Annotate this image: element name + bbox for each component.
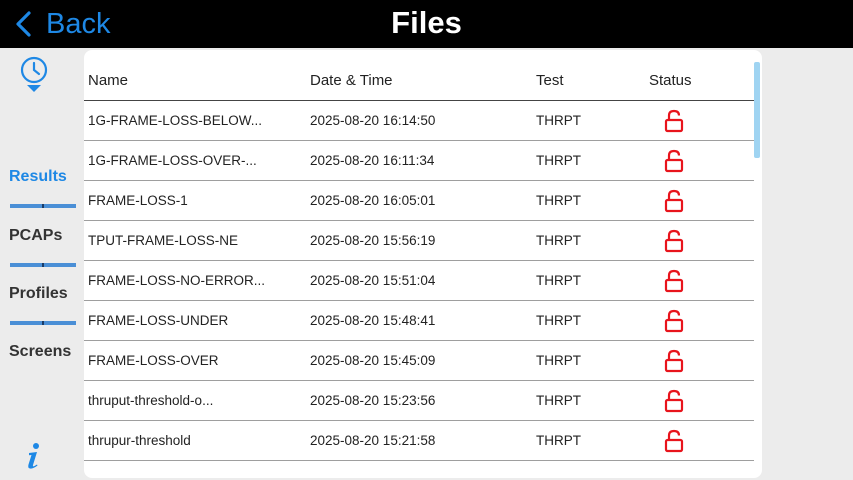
file-datetime: 2025-08-20 16:11:34	[310, 153, 435, 168]
top-bar: Back Files	[0, 0, 853, 48]
file-test: THRPT	[536, 393, 581, 408]
table-row[interactable]: 1G-FRAME-LOSS-BELOW... 2025-08-20 16:14:5…	[84, 101, 754, 141]
file-test: THRPT	[536, 433, 581, 448]
unlock-icon[interactable]	[664, 429, 684, 453]
file-test: THRPT	[536, 313, 581, 328]
file-datetime: 2025-08-20 16:05:01	[310, 193, 436, 208]
file-name: TPUT-FRAME-LOSS-NE	[88, 233, 239, 248]
file-name: thruput-threshold-o...	[88, 393, 214, 408]
unlock-icon[interactable]	[664, 109, 684, 133]
file-datetime: 2025-08-20 15:56:19	[310, 233, 436, 248]
file-name: thrupur-threshold	[88, 433, 191, 448]
sidebar-item-pcaps[interactable]: PCAPs	[9, 227, 62, 245]
sidebar-item-results[interactable]: Results	[9, 168, 67, 186]
table-row[interactable]: FRAME-LOSS-UNDER 2025-08-20 15:48:41 THRPT	[84, 301, 754, 341]
sidebar-item-screens[interactable]: Screens	[9, 343, 71, 361]
file-datetime: 2025-08-20 16:14:50	[310, 113, 436, 128]
file-name: FRAME-LOSS-NO-ERROR...	[88, 273, 266, 288]
table-row[interactable]: thruput-threshold-o... 2025-08-20 15:23:5…	[84, 381, 754, 421]
files-table: Name Date & Time Test Status 1G-FRAME-LO…	[84, 50, 762, 478]
column-header-name[interactable]: Name	[88, 72, 128, 89]
info-icon	[24, 443, 44, 474]
unlock-icon[interactable]	[664, 309, 684, 333]
column-header-datetime[interactable]: Date & Time	[310, 72, 393, 89]
history-button[interactable]	[18, 56, 50, 94]
file-name: 1G-FRAME-LOSS-BELOW...	[88, 113, 263, 128]
file-test: THRPT	[536, 193, 581, 208]
file-name: FRAME-LOSS-1	[88, 193, 188, 208]
file-name: 1G-FRAME-LOSS-OVER-...	[88, 153, 257, 168]
sidebar-divider	[10, 321, 76, 325]
sidebar-item-profiles[interactable]: Profiles	[9, 285, 68, 303]
table-row[interactable]: 1G-FRAME-LOSS-OVER-... 2025-08-20 16:11:3…	[84, 141, 754, 181]
file-test: THRPT	[536, 113, 581, 128]
unlock-icon[interactable]	[664, 349, 684, 373]
scrollbar[interactable]	[754, 62, 760, 158]
clock-history-icon	[18, 56, 50, 98]
table-row[interactable]: TPUT-FRAME-LOSS-NE 2025-08-20 15:56:19 THR…	[84, 221, 754, 261]
info-button[interactable]	[24, 442, 44, 470]
sidebar: Results PCAPs Profiles Screens	[0, 48, 84, 480]
sidebar-divider	[10, 204, 76, 208]
file-test: THRPT	[536, 233, 581, 248]
file-test: THRPT	[536, 353, 581, 368]
table-row[interactable]: thrupur-threshold 2025-08-20 15:21:58 THRP…	[84, 421, 754, 461]
file-datetime: 2025-08-20 15:51:04	[310, 273, 436, 288]
file-test: THRPT	[536, 153, 581, 168]
unlock-icon[interactable]	[664, 269, 684, 293]
unlock-icon[interactable]	[664, 229, 684, 253]
sidebar-divider	[10, 263, 76, 267]
file-datetime: 2025-08-20 15:23:56	[310, 393, 436, 408]
column-header-test[interactable]: Test	[536, 72, 564, 89]
file-datetime: 2025-08-20 15:48:41	[310, 313, 436, 328]
file-datetime: 2025-08-20 15:21:58	[310, 433, 436, 448]
file-name: FRAME-LOSS-OVER	[88, 353, 219, 368]
page-title: Files	[391, 5, 462, 40]
table-row[interactable]: FRAME-LOSS-1 2025-08-20 16:05:01 THRPT	[84, 181, 754, 221]
table-row[interactable]: FRAME-LOSS-NO-ERROR... 2025-08-20 15:51:0…	[84, 261, 754, 301]
file-name: FRAME-LOSS-UNDER	[88, 313, 229, 328]
unlock-icon[interactable]	[664, 189, 684, 213]
table-row[interactable]: FRAME-LOSS-OVER 2025-08-20 15:45:09 THRPT	[84, 341, 754, 381]
file-datetime: 2025-08-20 15:45:09	[310, 353, 436, 368]
table-header: Name Date & Time Test Status	[84, 50, 754, 101]
file-test: THRPT	[536, 273, 581, 288]
column-header-status[interactable]: Status	[649, 72, 692, 89]
unlock-icon[interactable]	[664, 389, 684, 413]
unlock-icon[interactable]	[664, 149, 684, 173]
